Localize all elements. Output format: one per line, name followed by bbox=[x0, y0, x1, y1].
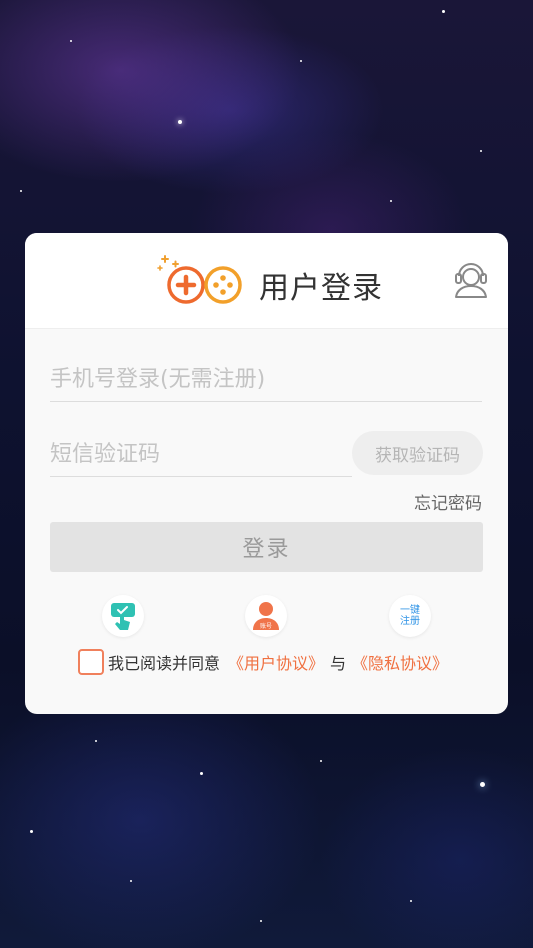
sms-code-input[interactable] bbox=[50, 432, 352, 477]
star bbox=[260, 920, 262, 922]
login-button[interactable]: 登录 bbox=[50, 522, 483, 572]
star bbox=[480, 782, 485, 787]
one-click-register-button[interactable]: 一键 注册 bbox=[389, 595, 431, 637]
forgot-password-link[interactable]: 忘记密码 bbox=[414, 489, 482, 514]
star bbox=[442, 10, 445, 13]
star bbox=[200, 772, 203, 775]
star bbox=[20, 190, 22, 192]
account-label: 账号 bbox=[260, 622, 272, 630]
star bbox=[320, 760, 322, 762]
star bbox=[300, 60, 302, 62]
customer-service-icon[interactable] bbox=[453, 260, 489, 298]
user-agreement-link[interactable]: 《用户协议》 bbox=[228, 650, 324, 674]
one-key-line2: 注册 bbox=[400, 616, 420, 627]
star bbox=[390, 200, 392, 202]
star bbox=[130, 880, 132, 882]
phone-verify-login-button[interactable] bbox=[102, 595, 144, 637]
agreement-conjunction: 与 bbox=[330, 654, 347, 673]
phone-input[interactable] bbox=[50, 357, 482, 402]
account-login-icon: 账号 bbox=[253, 602, 279, 630]
agreement-prefix: 我已阅读并同意 bbox=[108, 654, 221, 673]
star bbox=[30, 830, 33, 833]
star bbox=[95, 740, 97, 742]
one-key-line1: 一键 bbox=[400, 605, 420, 616]
one-click-register-icon: 一键 注册 bbox=[400, 605, 420, 627]
card-header: 用户登录 bbox=[25, 233, 508, 329]
phone-verify-icon bbox=[111, 603, 135, 630]
login-card: 用户登录 获取验证码 忘记密码 登录 账号 一键 注册 bbox=[25, 233, 508, 714]
page-title: 用户登录 bbox=[259, 271, 383, 306]
star bbox=[178, 120, 182, 124]
agreement-checkbox[interactable] bbox=[78, 649, 104, 675]
agreement-row: 我已阅读并同意 《用户协议》 与 《隐私协议》 bbox=[78, 647, 448, 677]
star bbox=[410, 900, 412, 902]
gamepad-logo-icon bbox=[157, 255, 242, 304]
star bbox=[480, 150, 482, 152]
get-code-button[interactable]: 获取验证码 bbox=[352, 431, 483, 475]
star bbox=[70, 40, 72, 42]
account-login-button[interactable]: 账号 bbox=[245, 595, 287, 637]
privacy-policy-link[interactable]: 《隐私协议》 bbox=[352, 650, 448, 674]
